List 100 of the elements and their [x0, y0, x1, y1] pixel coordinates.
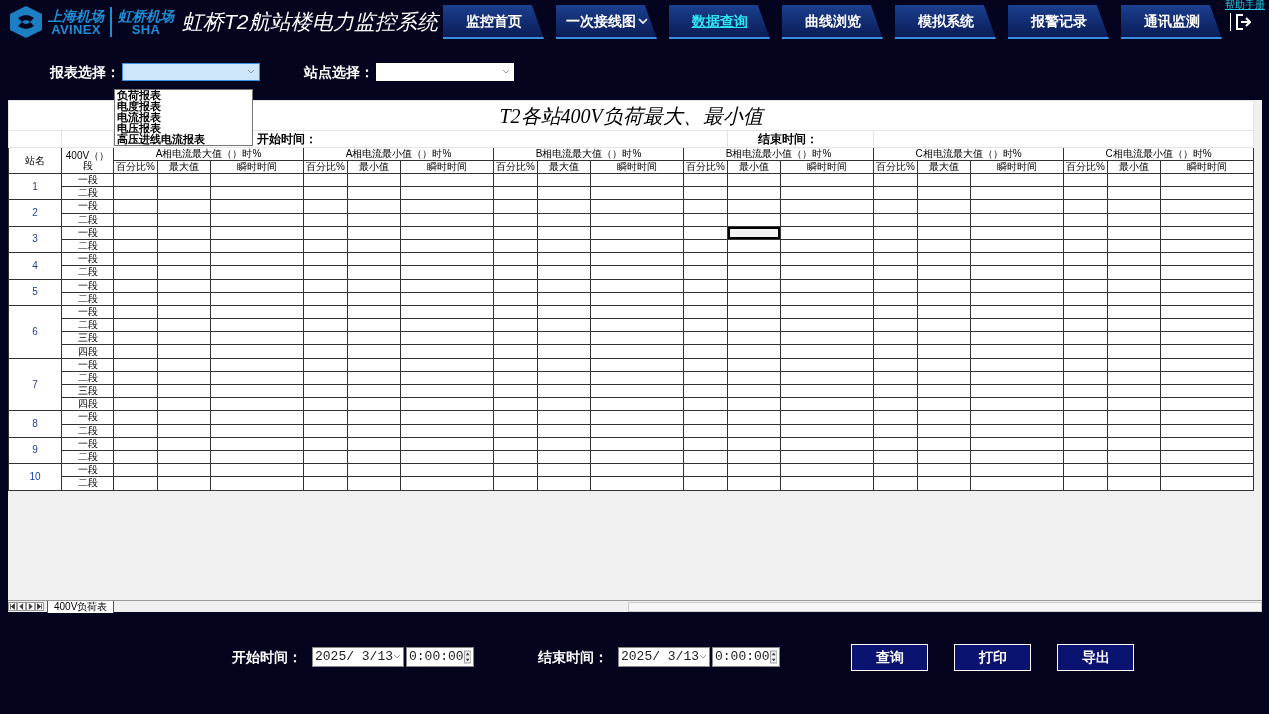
- date-picker[interactable]: 2025/ 3/13: [618, 647, 710, 667]
- table-cell[interactable]: [727, 318, 781, 332]
- time-label: 结束时间：: [758, 132, 818, 146]
- dropdown-option[interactable]: 电度报表: [115, 101, 252, 112]
- table-cell[interactable]: [727, 173, 781, 187]
- segment-cell: 一段: [61, 173, 114, 187]
- horizontal-scrollbar[interactable]: [628, 601, 1262, 612]
- segment-cell: 四段: [61, 344, 114, 359]
- table-cell[interactable]: [727, 186, 781, 200]
- table-cell[interactable]: [727, 305, 781, 319]
- table-cell[interactable]: [727, 239, 781, 253]
- nav-tab[interactable]: 一次接线图: [556, 5, 657, 39]
- segment-cell: 二段: [61, 318, 114, 332]
- table-header: 瞬时时间: [400, 160, 494, 174]
- logo-text: 上海机场: [48, 8, 104, 23]
- station-cell: 4: [8, 252, 62, 279]
- station-cell: 3: [8, 226, 62, 253]
- time-label: 开始时间：: [257, 132, 317, 146]
- action-button[interactable]: 查询: [851, 643, 928, 671]
- chevron-down-icon: [393, 654, 401, 660]
- time-field[interactable]: 0:00:00: [712, 647, 780, 667]
- field-label: 结束时间：: [538, 648, 608, 667]
- dropdown-option[interactable]: 负荷报表: [115, 90, 252, 101]
- table-cell[interactable]: [727, 384, 781, 398]
- help-link[interactable]: 帮助手册: [1225, 0, 1265, 10]
- table-cell[interactable]: [727, 371, 781, 385]
- logout-icon[interactable]: [1235, 13, 1251, 31]
- table-cell[interactable]: [727, 476, 781, 490]
- segment-cell: 一段: [61, 358, 114, 372]
- table-cell[interactable]: [727, 410, 781, 425]
- segment-cell: 二段: [61, 424, 114, 438]
- table-cell[interactable]: [727, 292, 781, 306]
- table-header: A相电流最大值（）时%: [113, 147, 304, 161]
- nav-tab[interactable]: 曲线浏览: [782, 5, 883, 39]
- logo-text: 虹桥机场: [118, 8, 174, 23]
- first-sheet-icon[interactable]: [8, 602, 17, 611]
- action-button[interactable]: 打印: [954, 643, 1031, 671]
- nav-tab[interactable]: 模拟系统: [895, 5, 996, 39]
- table-cell[interactable]: [727, 463, 781, 477]
- segment-cell: 二段: [61, 292, 114, 306]
- segment-cell: 二段: [61, 265, 114, 279]
- table-header: 瞬时时间: [1160, 160, 1254, 174]
- sheet-tab[interactable]: 400V负荷表: [47, 600, 115, 613]
- logo-text: SHA: [131, 22, 161, 36]
- table-header: 最大值: [537, 160, 591, 174]
- table-cell[interactable]: [727, 437, 781, 451]
- date-picker[interactable]: 2025/ 3/13: [312, 647, 404, 667]
- table-cell[interactable]: [727, 344, 781, 359]
- field-label: 报表选择：: [50, 63, 120, 82]
- segment-cell: 三段: [61, 384, 114, 398]
- table-cell[interactable]: [727, 252, 781, 266]
- segment-cell: 三段: [61, 331, 114, 345]
- spinner-icon[interactable]: [769, 650, 777, 664]
- station-cell: 8: [8, 410, 62, 438]
- segment-cell: 二段: [61, 371, 114, 385]
- prev-sheet-icon[interactable]: [17, 602, 26, 611]
- station-cell: 10: [8, 463, 62, 490]
- table-cell[interactable]: [727, 213, 781, 227]
- chevron-down-icon: [699, 654, 707, 660]
- chevron-down-icon: [502, 69, 510, 75]
- spinner-icon[interactable]: [463, 650, 471, 664]
- table-header: 最小值: [727, 160, 781, 174]
- segment-cell: 一段: [61, 226, 114, 240]
- table-header: A相电流最小值（）时%: [303, 147, 494, 161]
- dropdown-option[interactable]: 电压报表: [115, 123, 252, 134]
- nav-tab[interactable]: 监控首页: [443, 5, 544, 39]
- segment-cell: 一段: [61, 199, 114, 214]
- nav-tab[interactable]: 报警记录: [1008, 5, 1109, 39]
- table-header: 百分比%: [873, 160, 918, 174]
- segment-cell: 二段: [61, 476, 114, 490]
- table-header: C相电流最小值（）时%: [1063, 147, 1254, 161]
- table-header: 百分比%: [683, 160, 728, 174]
- nav-tab[interactable]: 通讯监测: [1121, 5, 1222, 39]
- station-cell: 9: [8, 437, 62, 464]
- table-cell[interactable]: [727, 279, 781, 293]
- table-cell[interactable]: [727, 397, 781, 411]
- table-cell[interactable]: [727, 450, 781, 464]
- dropdown-option[interactable]: 电流报表: [115, 112, 252, 123]
- report-select[interactable]: [122, 63, 260, 81]
- time-field[interactable]: 0:00:00: [406, 647, 474, 667]
- table-header: 400V（）段: [61, 147, 114, 174]
- dropdown-option[interactable]: 高压进线电流报表: [115, 134, 252, 145]
- action-button[interactable]: 导出: [1057, 643, 1134, 671]
- table-header: 最大值: [917, 160, 971, 174]
- segment-cell: 一段: [61, 279, 114, 293]
- table-cell[interactable]: [727, 265, 781, 279]
- table-cell[interactable]: [727, 199, 781, 214]
- table-header: 百分比%: [303, 160, 348, 174]
- segment-cell: 一段: [61, 437, 114, 451]
- next-sheet-icon[interactable]: [26, 602, 35, 611]
- station-cell: 5: [8, 279, 62, 306]
- segment-cell: 二段: [61, 213, 114, 227]
- sheet-title: T2各站400V负荷最大、最小值: [499, 104, 763, 127]
- segment-cell: 一段: [61, 463, 114, 477]
- table-cell[interactable]: [727, 424, 781, 438]
- table-cell[interactable]: [727, 331, 781, 345]
- last-sheet-icon[interactable]: [35, 602, 44, 611]
- table-header: 最大值: [157, 160, 211, 174]
- table-cell[interactable]: [727, 358, 781, 372]
- table-header: 百分比%: [113, 160, 158, 174]
